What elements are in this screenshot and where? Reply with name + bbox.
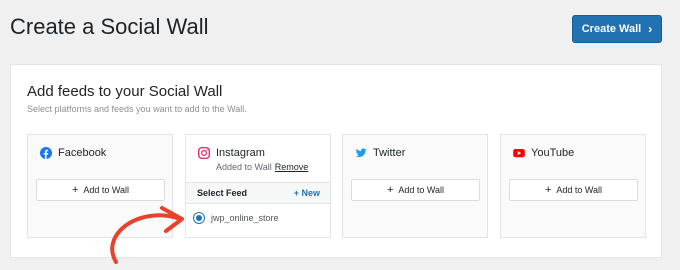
add-to-wall-label: Add to Wall [83,185,130,195]
instagram-label: Instagram [216,147,265,159]
select-feed-row: Select Feed + New [186,182,330,204]
facebook-label: Facebook [58,147,107,159]
added-to-wall-text: Added to Wall [216,162,272,172]
twitter-icon [355,148,367,158]
chevron-right-icon: › [648,22,653,36]
facebook-card-header: Facebook [28,135,172,173]
create-wall-button[interactable]: Create Wall › [572,15,662,43]
twitter-add-to-wall-button[interactable]: + Add to Wall [351,179,480,201]
twitter-card-header: Twitter [343,135,487,173]
youtube-icon [513,149,525,158]
remove-link[interactable]: Remove [275,162,309,172]
new-feed-link[interactable]: + New [294,188,320,198]
select-feed-label: Select Feed [197,188,248,198]
plus-icon: + [71,183,79,196]
youtube-card-header: YouTube [501,135,645,173]
panel-title: Add feeds to your Social Wall [27,83,223,100]
youtube-add-to-wall-button[interactable]: + Add to Wall [509,179,638,201]
facebook-add-to-wall-button[interactable]: + Add to Wall [36,179,165,201]
feed-radio[interactable] [193,212,205,224]
add-to-wall-label: Add to Wall [556,185,603,195]
annotation-arrow-icon [110,206,184,264]
radio-selected-dot [196,215,202,221]
instagram-card: Instagram Added to Wall Remove Select Fee… [185,134,331,238]
page-title: Create a Social Wall [10,14,209,39]
instagram-card-header: Instagram [198,146,265,160]
instagram-status: Added to Wall Remove [216,162,308,172]
youtube-label: YouTube [531,147,575,159]
plus-icon: + [386,183,394,196]
add-to-wall-label: Add to Wall [398,185,445,195]
panel-subtitle: Select platforms and feeds you want to a… [27,104,247,114]
instagram-icon [198,147,210,159]
feed-name: jwp_online_store [211,213,279,223]
youtube-card: YouTube + Add to Wall [500,134,646,238]
plus-icon: + [544,183,552,196]
create-wall-label: Create Wall [581,23,642,35]
facebook-icon [40,147,52,159]
twitter-card: Twitter + Add to Wall [342,134,488,238]
feed-option[interactable]: jwp_online_store [193,212,279,224]
twitter-label: Twitter [373,147,406,159]
